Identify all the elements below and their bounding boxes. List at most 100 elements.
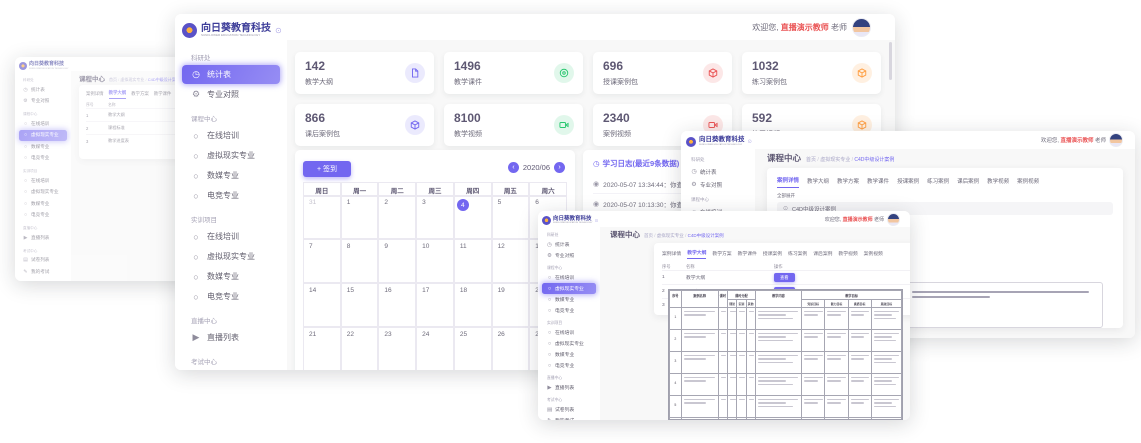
sidebar-item[interactable]: ⚙ 专业对照 xyxy=(19,96,67,108)
view-button[interactable]: 查看 xyxy=(774,273,795,282)
sidebar-item[interactable]: ○ 在线培训 xyxy=(542,327,596,338)
tab[interactable]: 案例详情 xyxy=(662,250,681,259)
logo[interactable]: 向日葵教育科技 SUNFLOWER EDUCATION TECHNOLOGY ⊙ xyxy=(681,131,755,151)
calendar-day[interactable]: 10 xyxy=(416,239,454,283)
tab[interactable]: 授课案例 xyxy=(763,250,782,259)
calendar-day[interactable]: 16 xyxy=(378,283,416,327)
calendar-day[interactable]: 1 xyxy=(341,195,379,239)
sidebar-item[interactable]: ○ 电竞专业 xyxy=(19,210,67,222)
logo[interactable]: 向日葵教育科技 SUNFLOWER EDUCATION TECHNOLOGY ⊙ xyxy=(175,14,287,43)
sidebar-item[interactable]: ▶ 直播列表 xyxy=(182,328,280,347)
sidebar-item[interactable]: ○ 虚拟现实专业 xyxy=(19,130,67,142)
sidebar-item[interactable]: ○ 虚拟现实专业 xyxy=(542,283,596,294)
calendar-day[interactable]: 19 xyxy=(492,283,530,327)
tab[interactable]: 案例详情 xyxy=(86,91,104,99)
calendar-day[interactable]: 9 xyxy=(378,239,416,283)
tab[interactable]: 教学方案 xyxy=(131,91,149,99)
sidebar-item[interactable]: ○ 电竞专业 xyxy=(182,186,280,205)
sidebar-item[interactable]: ▶ 直播列表 xyxy=(542,382,596,393)
calendar-day[interactable]: 22 xyxy=(341,327,379,370)
tab[interactable]: 案例详情 xyxy=(777,176,799,188)
expand-all-label[interactable]: 全部展开 xyxy=(777,193,1113,199)
calendar-day[interactable]: 4 xyxy=(454,195,492,239)
tab[interactable]: 练习案例 xyxy=(788,250,807,259)
sidebar-item[interactable]: ○ 在线培训 xyxy=(19,175,67,187)
calendar-day[interactable]: 3 xyxy=(416,195,454,239)
sidebar-collapse-icon[interactable]: ⊙ xyxy=(748,139,752,145)
calendar-day[interactable]: 14 xyxy=(303,283,341,327)
calendar-day[interactable]: 25 xyxy=(454,327,492,370)
sidebar-item[interactable]: 考试中心 xyxy=(182,356,280,366)
sidebar-item[interactable]: ○ 数媒专业 xyxy=(182,267,280,286)
sidebar-item[interactable]: ○ 数媒专业 xyxy=(542,294,596,305)
sidebar-item[interactable]: 科研处 xyxy=(19,78,67,83)
sidebar-item[interactable]: ○ 虚拟现实专业 xyxy=(182,146,280,165)
avatar[interactable] xyxy=(852,18,871,37)
calendar-day[interactable]: 17 xyxy=(416,283,454,327)
sidebar-item[interactable]: ○ 在线培训 xyxy=(542,272,596,283)
sidebar-item[interactable]: ▤ 试卷列表 xyxy=(19,255,67,267)
tab[interactable]: 教学视频 xyxy=(987,177,1009,188)
tab[interactable]: 案例视频 xyxy=(1017,177,1039,188)
sidebar-item[interactable]: 科研处 xyxy=(182,52,280,62)
sidebar-item[interactable]: ○ 电竞专业 xyxy=(542,360,596,371)
sidebar-item[interactable]: ◷ 统计表 xyxy=(182,65,280,84)
sidebar-item[interactable]: ○ 在线培训 xyxy=(182,126,280,145)
sidebar-collapse-icon[interactable]: ⊙ xyxy=(275,26,282,35)
calendar-day[interactable]: 31 xyxy=(303,195,341,239)
avatar[interactable] xyxy=(887,213,900,226)
scrollbar[interactable] xyxy=(889,42,892,80)
sidebar-item[interactable]: 科研处 xyxy=(542,233,596,238)
logo[interactable]: 向日葵教育科技 SUNFLOWER EDUCATION TECHNOLOGY ⊙ xyxy=(15,57,71,73)
tab[interactable]: 教学课件 xyxy=(867,177,889,188)
calendar-day[interactable]: 15 xyxy=(341,283,379,327)
sidebar-item[interactable]: ▤ 试卷列表 xyxy=(182,369,280,370)
sidebar-item[interactable]: ○ 虚拟现实专业 xyxy=(182,247,280,266)
sidebar-item[interactable]: ✎ 我的考试 xyxy=(19,266,67,278)
sidebar-item[interactable]: 直播中心 xyxy=(19,226,67,231)
tab[interactable]: 教学课件 xyxy=(154,91,172,99)
sidebar-item[interactable]: ⚙ 专业对照 xyxy=(542,250,596,261)
tab[interactable]: 教学视频 xyxy=(838,250,857,259)
calendar-day[interactable]: 2 xyxy=(378,195,416,239)
sidebar-item[interactable]: 直播中心 xyxy=(182,315,280,325)
logo[interactable]: 向日葵教育科技 SUNFLOWER EDUCATION TECHNOLOGY ⊙ xyxy=(538,211,600,228)
sidebar-item[interactable]: ⚙ 专业对照 xyxy=(182,85,280,104)
avatar[interactable] xyxy=(1109,133,1123,147)
tab[interactable]: 授课案例 xyxy=(897,177,919,188)
sidebar-item[interactable]: 考试中心 xyxy=(542,398,596,403)
prev-month-button[interactable]: ‹ xyxy=(508,162,519,173)
calendar-day[interactable]: 26 xyxy=(492,327,530,370)
calendar-day[interactable]: 21 xyxy=(303,327,341,370)
next-month-button[interactable]: › xyxy=(554,162,565,173)
sidebar-item[interactable]: ○ 在线培训 xyxy=(19,118,67,130)
tab[interactable]: 课后案例 xyxy=(813,250,832,259)
tab[interactable]: 教学方案 xyxy=(712,250,731,259)
sidebar-item[interactable]: ▶ 直播列表 xyxy=(19,232,67,244)
calendar-day[interactable]: 12 xyxy=(492,239,530,283)
tab[interactable]: 教学大纲 xyxy=(807,177,829,188)
tab[interactable]: 教学方案 xyxy=(837,177,859,188)
tab[interactable]: 课后案例 xyxy=(957,177,979,188)
tab[interactable]: 教学大纲 xyxy=(687,249,706,259)
sidebar-item[interactable]: 实训项目 xyxy=(19,169,67,174)
sidebar-item[interactable]: ⚙ 专业对照 xyxy=(686,178,750,191)
sidebar-item[interactable]: ✎ 我的考试 xyxy=(542,415,596,420)
sidebar-item[interactable]: ○ 电竞专业 xyxy=(19,153,67,165)
calendar-day[interactable]: 8 xyxy=(341,239,379,283)
sidebar-item[interactable]: ○ 数媒专业 xyxy=(182,166,280,185)
sidebar-item[interactable]: ○ 虚拟现实专业 xyxy=(542,338,596,349)
tab[interactable]: 教学课件 xyxy=(738,250,757,259)
sidebar-item[interactable]: 科研处 xyxy=(686,157,750,163)
sidebar-item[interactable]: ◷ 统计表 xyxy=(542,239,596,250)
sidebar-item[interactable]: 课程中心 xyxy=(19,112,67,117)
sidebar-item[interactable]: ○ 虚拟现实专业 xyxy=(19,187,67,199)
calendar-day[interactable]: 24 xyxy=(416,327,454,370)
sidebar-item[interactable]: 课程中心 xyxy=(686,197,750,203)
calendar-day[interactable]: 11 xyxy=(454,239,492,283)
sidebar-item[interactable]: ○ 数媒专业 xyxy=(19,141,67,153)
sidebar-item[interactable]: ▤ 试卷列表 xyxy=(542,404,596,415)
sidebar-item[interactable]: 课程中心 xyxy=(542,266,596,271)
calendar-day[interactable]: 23 xyxy=(378,327,416,370)
sidebar-item[interactable]: ○ 在线培训 xyxy=(182,227,280,246)
